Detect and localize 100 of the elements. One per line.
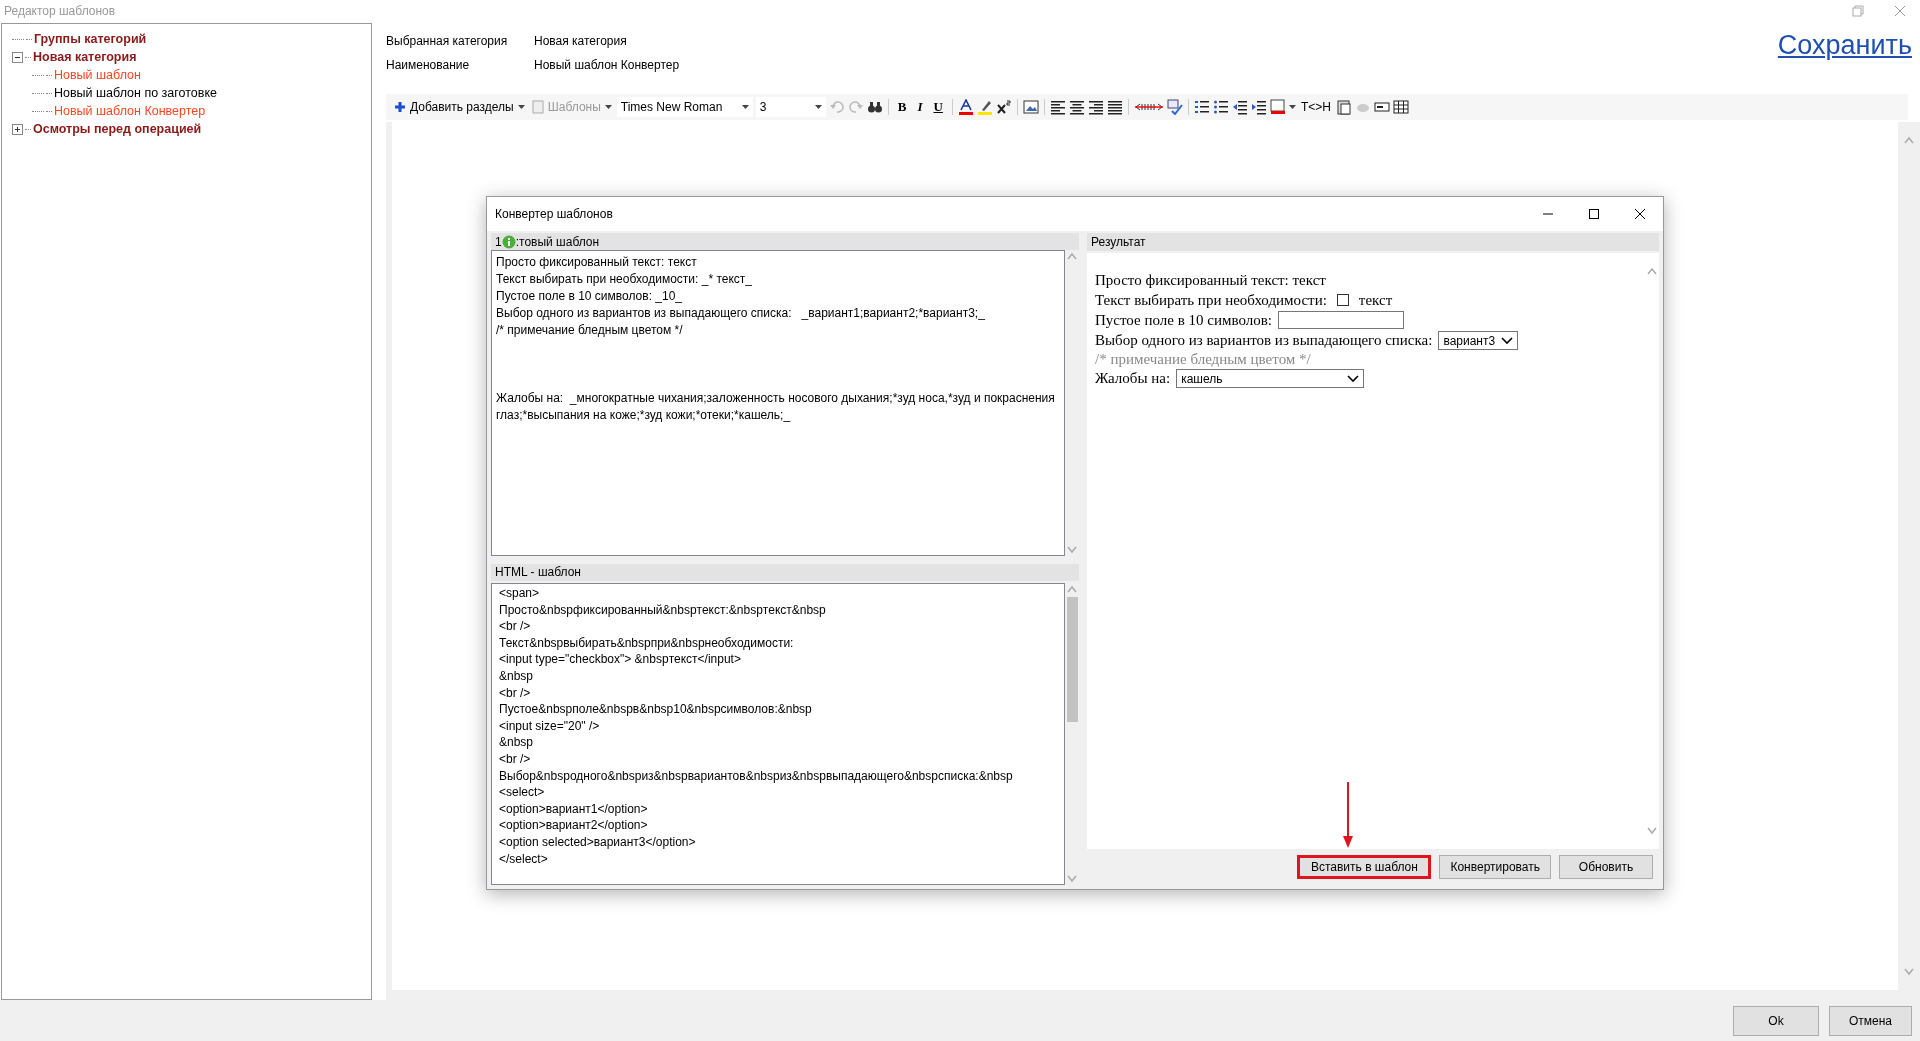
- binoculars-icon[interactable]: [866, 99, 883, 115]
- save-link[interactable]: Сохранить: [1777, 30, 1912, 61]
- document-icon: [531, 100, 544, 114]
- caret-icon: [604, 104, 612, 110]
- window-title: Редактор шаблонов: [4, 4, 116, 18]
- expand-toggle-icon[interactable]: [12, 123, 23, 135]
- align-center-icon[interactable]: [1068, 99, 1085, 115]
- field-value: Новый шаблон Конвертер: [534, 58, 680, 72]
- close-icon[interactable]: [1894, 5, 1906, 17]
- source-line: Просто фиксированный текст: текст: [496, 254, 698, 272]
- underline-button[interactable]: U: [929, 99, 947, 115]
- table-color-icon[interactable]: [1269, 99, 1286, 115]
- highlighter-icon[interactable]: [976, 99, 993, 115]
- dropdown[interactable]: кашель: [1176, 369, 1365, 388]
- chevron-down-icon: [1501, 336, 1514, 345]
- tree-item[interactable]: Группы категорий: [34, 32, 147, 46]
- html-line: &nbsp: [499, 734, 535, 751]
- plus-icon: [394, 101, 406, 113]
- html-template-textarea[interactable]: [491, 583, 1065, 885]
- checkbox-label: текст: [1358, 291, 1393, 309]
- result-text: Пустое поле в 10 символов:: [1095, 311, 1272, 329]
- source-line: Выбор одного из вариантов из выпадающего списка: _вариант1;вариант2;*вариант3;_: [496, 305, 986, 323]
- source-template-textarea[interactable]: [491, 250, 1065, 557]
- maximize-icon: [1589, 209, 1599, 219]
- panel-header-text: 1: [495, 234, 502, 249]
- html-line: Выбор&nbspодного&nbspиз&nbspвариантов&nbspиз&nbspвыпадающего&nbspсписка:&nbsp: [499, 767, 1014, 785]
- justify-icon[interactable]: [1106, 99, 1123, 115]
- tree-item[interactable]: Новый шаблон Конвертер: [54, 104, 206, 118]
- html-line: <span>: [499, 585, 541, 602]
- info-icon: [501, 234, 516, 249]
- source-line: Пустое поле в 10 символов: _10_: [496, 288, 683, 306]
- table-icon[interactable]: [1392, 99, 1409, 115]
- tree-item[interactable]: Новый шаблон: [54, 68, 141, 82]
- html-line: <select>: [499, 784, 546, 801]
- panel-header-text: :товый шаблон: [515, 234, 600, 249]
- text-field-icon[interactable]: [1373, 99, 1390, 115]
- numbered-list-icon[interactable]: [1193, 99, 1210, 115]
- html-line: <input size="20" />: [499, 717, 601, 735]
- field-label: Наименование: [386, 58, 471, 72]
- tag-toggle-button[interactable]: T<>H: [1298, 97, 1333, 117]
- field-label: Выбранная категория: [386, 34, 509, 48]
- caret-icon: [517, 104, 525, 110]
- close-icon: [1635, 209, 1645, 219]
- align-right-icon[interactable]: [1087, 99, 1104, 115]
- tree-item[interactable]: Новая категория: [33, 50, 137, 64]
- convert-button[interactable]: Конвертировать: [1439, 855, 1551, 879]
- html-line: &nbsp: [499, 668, 535, 685]
- refresh-button[interactable]: Обновить: [1559, 855, 1653, 879]
- html-line: <option>вариант1</option>: [499, 800, 649, 818]
- indent-icon[interactable]: [1250, 99, 1267, 115]
- html-line: <br />: [499, 618, 532, 635]
- html-line: <br />: [499, 684, 532, 702]
- image-icon[interactable]: [1022, 99, 1039, 115]
- result-text: Жалобы на:: [1095, 370, 1171, 387]
- html-line: <option selected>вариант3</option>: [499, 833, 697, 851]
- font-select[interactable]: Times New Roman: [616, 97, 753, 117]
- cancel-button[interactable]: Отмена: [1829, 1005, 1912, 1036]
- source-line: /* примечание бледным цветом */: [496, 322, 684, 340]
- html-line: <option>вариант2</option>: [499, 817, 649, 834]
- panel-header-text: HTML - шаблон: [495, 565, 581, 580]
- font-color-icon[interactable]: [957, 99, 974, 115]
- dialog-title: Конвертер шаблонов: [495, 207, 613, 221]
- field-value: Новая категория: [534, 34, 628, 48]
- align-left-icon[interactable]: [1049, 99, 1066, 115]
- html-line: Просто&nbspфиксированный&nbspтекст:&nbspтекст&nbsp: [499, 601, 827, 619]
- result-text: Текст выбирать при необходимости:: [1095, 291, 1327, 309]
- bold-button[interactable]: B: [893, 99, 911, 115]
- caret-icon: [814, 104, 822, 110]
- italic-button[interactable]: I: [913, 99, 927, 115]
- source-line: Жалобы на: _многократные чихания;заложенность носового дыхания;*зуд носа,*зуд и покраснения глаз;*высыпания на коже;*зуд кожи;*отеки;*кашель;_: [496, 390, 1056, 425]
- bullet-list-icon[interactable]: [1212, 99, 1229, 115]
- html-line: <input type="checkbox"> &nbspтекст</input>: [499, 651, 742, 668]
- font-size-select[interactable]: 3: [755, 97, 826, 117]
- annotation-arrow: [1342, 782, 1354, 848]
- tree-item[interactable]: Осмотры перед операцией: [33, 122, 202, 136]
- superscript-icon[interactable]: [995, 99, 1012, 115]
- paste-icon[interactable]: [1335, 99, 1352, 115]
- collapse-toggle-icon[interactable]: [12, 51, 23, 63]
- result-text: Выбор одного из вариантов из выпадающего списка:: [1095, 332, 1433, 349]
- panel-header-text: Результат: [1091, 235, 1146, 249]
- source-line: Текст выбирать при необходимости: _* текст_: [496, 271, 753, 289]
- add-sections-button[interactable]: Добавить разделы: [392, 97, 527, 117]
- tree-item[interactable]: Новый шаблон по заготовке: [54, 86, 217, 100]
- note-text: /* примечание бледным цветом */: [1095, 350, 1311, 368]
- html-line: Пустое&nbspполе&nbspв&nbsp10&nbspсимволов:&nbsp: [499, 701, 813, 718]
- input-field[interactable]: [1277, 311, 1404, 329]
- insert-button[interactable]: Вставить в шаблон: [1297, 855, 1432, 879]
- dropdown[interactable]: вариант3: [1438, 331, 1519, 350]
- caret-icon: [1288, 104, 1296, 110]
- outdent-icon[interactable]: [1231, 99, 1248, 115]
- html-line: Текст&nbspвыбирать&nbspпри&nbspнеобходимости:: [499, 634, 795, 652]
- html-line: </select>: [499, 850, 549, 868]
- scrollbar-thumb[interactable]: [1066, 597, 1078, 722]
- chevron-down-icon: [1347, 374, 1360, 383]
- caret-icon: [741, 104, 749, 110]
- checkbox[interactable]: [1336, 294, 1349, 306]
- spellcheck-icon[interactable]: [1166, 99, 1183, 115]
- html-line: <br />: [499, 750, 532, 768]
- ok-button[interactable]: Ok: [1733, 1005, 1819, 1036]
- result-text: Просто фиксированный текст: текст: [1095, 271, 1326, 289]
